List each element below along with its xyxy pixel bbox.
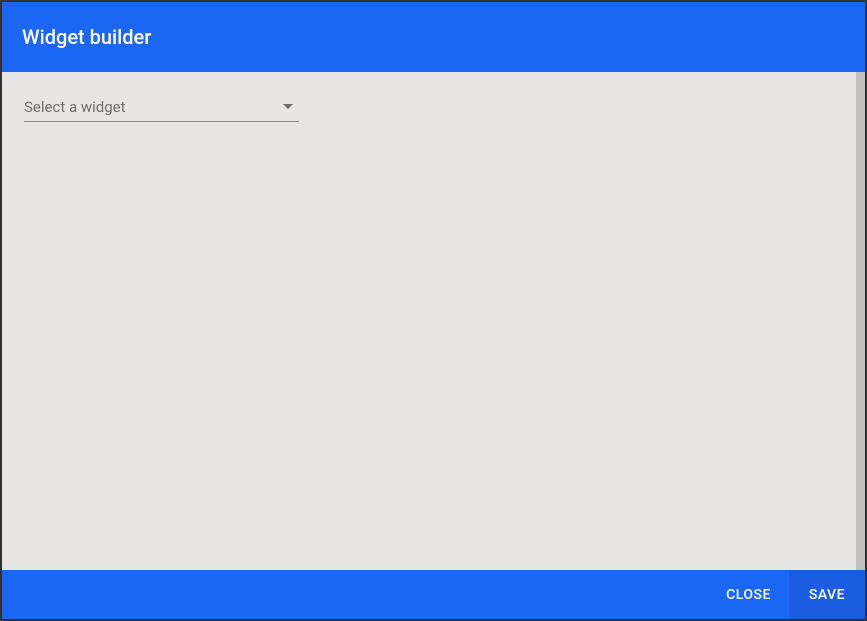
dialog-content: Select a widget bbox=[2, 72, 865, 570]
save-button[interactable]: SAVE bbox=[789, 570, 865, 619]
widget-select[interactable]: Select a widget bbox=[24, 92, 299, 122]
dialog-footer: CLOSE SAVE bbox=[2, 570, 865, 619]
close-button[interactable]: CLOSE bbox=[708, 570, 789, 619]
scrollbar[interactable] bbox=[856, 72, 865, 570]
widget-builder-dialog: Widget builder Select a widget CLOSE SAV… bbox=[2, 2, 865, 619]
chevron-down-icon bbox=[283, 104, 293, 109]
dialog-header: Widget builder bbox=[2, 2, 865, 72]
dialog-title: Widget builder bbox=[22, 25, 151, 49]
widget-select-placeholder: Select a widget bbox=[24, 98, 283, 116]
